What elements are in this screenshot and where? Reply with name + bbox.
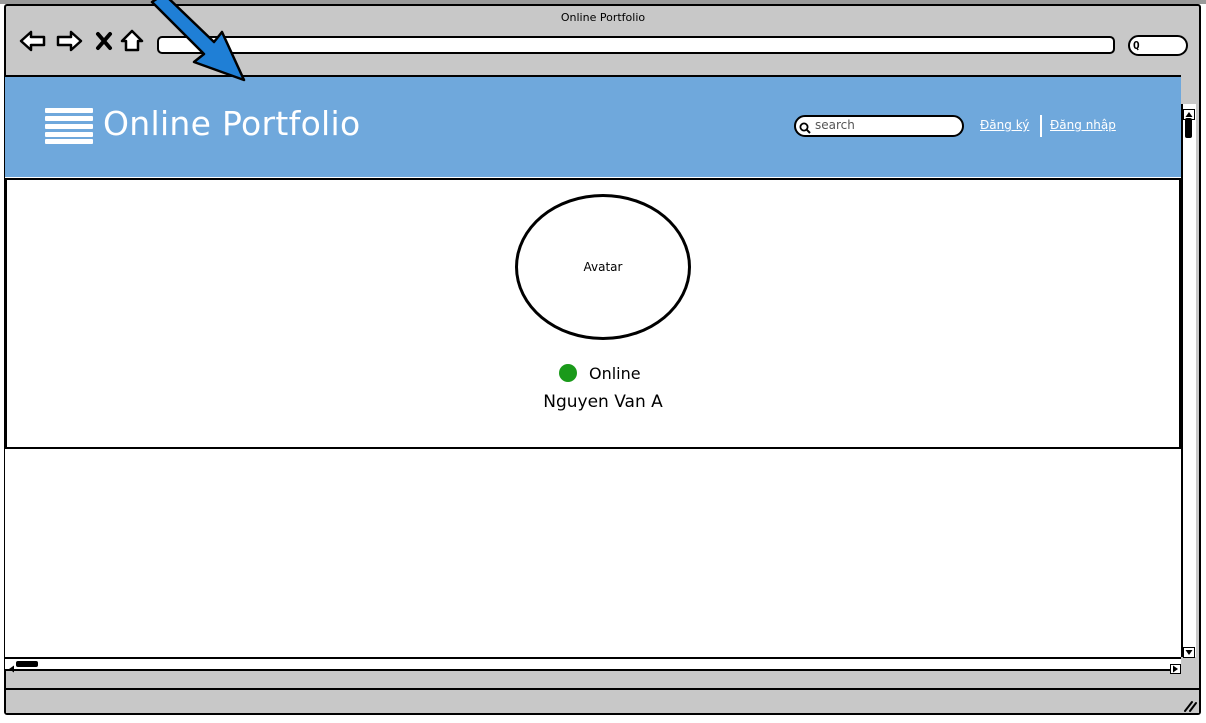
- vertical-scrollbar[interactable]: [1181, 104, 1196, 657]
- horizontal-scrollbar[interactable]: [5, 657, 1181, 671]
- avatar-label: Avatar: [583, 260, 623, 274]
- vertical-scroll-thumb[interactable]: [1185, 118, 1192, 138]
- register-link[interactable]: Đăng ký: [980, 118, 1029, 132]
- status-text: Online: [589, 364, 641, 383]
- back-icon[interactable]: [18, 26, 48, 56]
- address-bar[interactable]: [157, 36, 1115, 54]
- search-icon: [799, 119, 811, 134]
- browser-search-button[interactable]: Q: [1128, 35, 1188, 56]
- avatar[interactable]: Avatar: [515, 194, 691, 340]
- status-bar: [6, 688, 1199, 713]
- menu-icon[interactable]: [45, 108, 93, 144]
- resize-grip-icon[interactable]: [1181, 697, 1197, 712]
- scroll-up-icon[interactable]: [1183, 105, 1195, 120]
- close-icon[interactable]: [90, 26, 120, 56]
- user-name: Nguyen Van A: [543, 392, 663, 412]
- link-divider: [1040, 115, 1042, 137]
- site-title[interactable]: Online Portfolio: [103, 104, 361, 143]
- arrow-annotation-icon: [130, 0, 260, 90]
- login-link[interactable]: Đăng nhập: [1050, 118, 1116, 132]
- search-go-glyph: Q: [1133, 39, 1140, 52]
- online-status-dot: [559, 364, 577, 382]
- scroll-right-icon[interactable]: [1170, 659, 1181, 674]
- horizontal-scroll-thumb[interactable]: [16, 661, 38, 667]
- forward-icon[interactable]: [54, 26, 84, 56]
- scroll-down-icon[interactable]: [1183, 643, 1195, 658]
- search-input[interactable]: [815, 116, 955, 134]
